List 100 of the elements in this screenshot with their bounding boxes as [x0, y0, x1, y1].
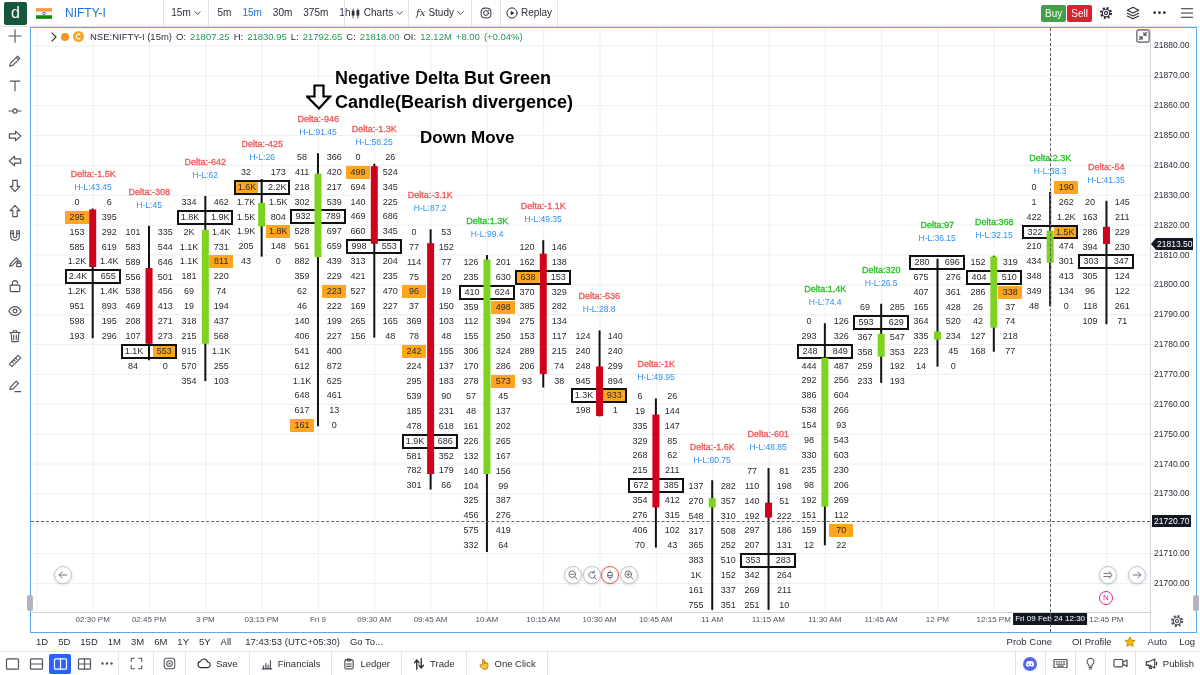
delta-label: Delta:-1.3K	[351, 123, 397, 136]
bid-volume: 305	[1081, 271, 1099, 283]
bid-volume: 192	[800, 494, 818, 506]
star-icon[interactable]	[1123, 636, 1136, 648]
range-button[interactable]: 1Y	[177, 636, 189, 648]
ask-volume: 81	[778, 465, 791, 477]
layers-icon[interactable]	[1125, 6, 1140, 20]
chart-tool-button[interactable]: Prob Cone	[1006, 636, 1052, 648]
keyboard-icon[interactable]	[1052, 658, 1068, 669]
arrow-down-icon[interactable]	[8, 179, 22, 193]
interval-dropdown[interactable]: 15m	[165, 2, 207, 24]
settings-icon[interactable]	[1170, 614, 1184, 628]
chevron-right-icon[interactable]	[51, 31, 57, 42]
fullscreen-icon[interactable]	[129, 657, 143, 670]
zoom-out-button[interactable]	[564, 565, 582, 584]
sell-button[interactable]: Sell	[1067, 4, 1092, 22]
scroll-to-end-button[interactable]	[1099, 565, 1117, 584]
ask-volume: 345	[381, 226, 399, 238]
bid-volume: 385	[518, 301, 536, 313]
publish-button[interactable]: Publish	[1134, 652, 1200, 675]
scale-button[interactable]: Log	[1179, 636, 1195, 648]
ask-volume: 215	[550, 346, 568, 358]
arrow-left-icon[interactable]	[8, 154, 22, 168]
range-button[interactable]: 6M	[154, 636, 168, 648]
settings-icon[interactable]	[1098, 6, 1113, 20]
more-icon[interactable]	[1153, 11, 1166, 15]
screenshot-icon[interactable]	[163, 657, 176, 670]
interval-tab[interactable]: 375m	[297, 2, 334, 24]
price-label: 21870.00	[1154, 70, 1190, 81]
study-dropdown[interactable]: fx Study	[410, 2, 470, 24]
resize-handle[interactable]	[1193, 595, 1199, 611]
camera-icon[interactable]	[480, 7, 492, 19]
range-button[interactable]: 5Y	[199, 636, 211, 648]
toolbar-button[interactable]: Save	[186, 652, 249, 675]
bid-volume: 42	[972, 316, 985, 328]
eye-icon[interactable]	[8, 304, 22, 318]
range-button[interactable]: All	[220, 636, 232, 648]
ask-volume: 0	[274, 256, 282, 268]
bid-volume: 170	[462, 361, 480, 373]
zoom-out-icon	[568, 569, 578, 580]
interval-tab[interactable]: 15m	[236, 2, 268, 24]
replay-button[interactable]: Replay	[500, 2, 558, 24]
app-logo[interactable]: d	[4, 1, 27, 25]
bid-volume: 1	[1030, 196, 1038, 208]
bid-volume: 406	[293, 330, 311, 342]
trash-icon[interactable]	[8, 329, 22, 343]
price-label: 21790.00	[1154, 309, 1190, 320]
scale-button[interactable]: Auto	[1147, 636, 1168, 648]
arrow-up-icon[interactable]	[8, 204, 22, 218]
arrow-right-icon[interactable]	[8, 129, 22, 143]
price-label: 21780.00	[1154, 339, 1190, 350]
range-button[interactable]: 5D	[58, 636, 71, 648]
interval-tab[interactable]: 30m	[267, 2, 298, 24]
menu-icon[interactable]	[1179, 7, 1194, 19]
time-label: 10:45 AM	[638, 613, 673, 625]
magnet-icon[interactable]	[8, 229, 22, 243]
toolbar-button[interactable]: Financials	[249, 652, 332, 675]
ask-volume: 1.5K	[267, 196, 289, 208]
bid-volume: 915	[180, 345, 198, 357]
resize-handle[interactable]	[27, 595, 33, 611]
range-button[interactable]: 1M	[107, 636, 121, 648]
ask-volume: 329	[550, 286, 568, 298]
pencil-icon[interactable]	[8, 54, 22, 68]
toolbar-button[interactable]: Trade	[402, 652, 466, 675]
range-button[interactable]: 1D	[36, 636, 49, 648]
goto-button[interactable]: Go To...	[349, 636, 384, 648]
ruler-icon[interactable]	[8, 354, 22, 368]
zoom-in-button[interactable]	[619, 565, 638, 584]
chart-tool-button[interactable]: OI Profile	[1072, 636, 1112, 648]
crosshair-icon[interactable]	[8, 29, 22, 43]
collapse-icon[interactable]	[1136, 29, 1150, 43]
toolbar-button[interactable]: One Click	[466, 652, 547, 675]
pencil-lock-icon[interactable]	[8, 254, 22, 268]
ask-volume: 231	[437, 405, 455, 417]
bid-volume: 152	[969, 256, 987, 268]
layout-button[interactable]	[49, 653, 71, 674]
ask-volume: 619	[100, 241, 118, 253]
ask-volume: 211	[664, 465, 681, 477]
ask-volume: 508	[719, 525, 737, 537]
time-label: 10 AM	[475, 613, 499, 625]
bulb-icon[interactable]	[1083, 657, 1097, 670]
more-icon[interactable]	[101, 662, 113, 665]
symbol-name[interactable]: NIFTY-I	[65, 5, 106, 21]
toolbar-button[interactable]: Ledger	[332, 652, 402, 675]
range-button[interactable]: 3M	[130, 636, 145, 648]
ask-volume: 252	[719, 540, 737, 552]
interval-tab[interactable]: 5m	[212, 2, 237, 24]
event-marker[interactable]: N	[1099, 591, 1113, 605]
candle-button[interactable]	[601, 565, 619, 584]
pencil-line-icon[interactable]	[8, 379, 22, 393]
bid-volume: 570	[180, 360, 198, 372]
ask-volume: 250	[494, 331, 512, 343]
range-button[interactable]: 15D	[80, 636, 98, 648]
text-tool-icon[interactable]	[8, 79, 22, 93]
video-icon[interactable]	[1112, 659, 1128, 668]
lock-icon[interactable]	[8, 279, 22, 293]
flag-icon	[36, 7, 52, 19]
chat-icon[interactable]	[1023, 656, 1038, 671]
range-label: H-L:26	[249, 151, 275, 164]
reset-zoom-button[interactable]	[582, 565, 601, 584]
